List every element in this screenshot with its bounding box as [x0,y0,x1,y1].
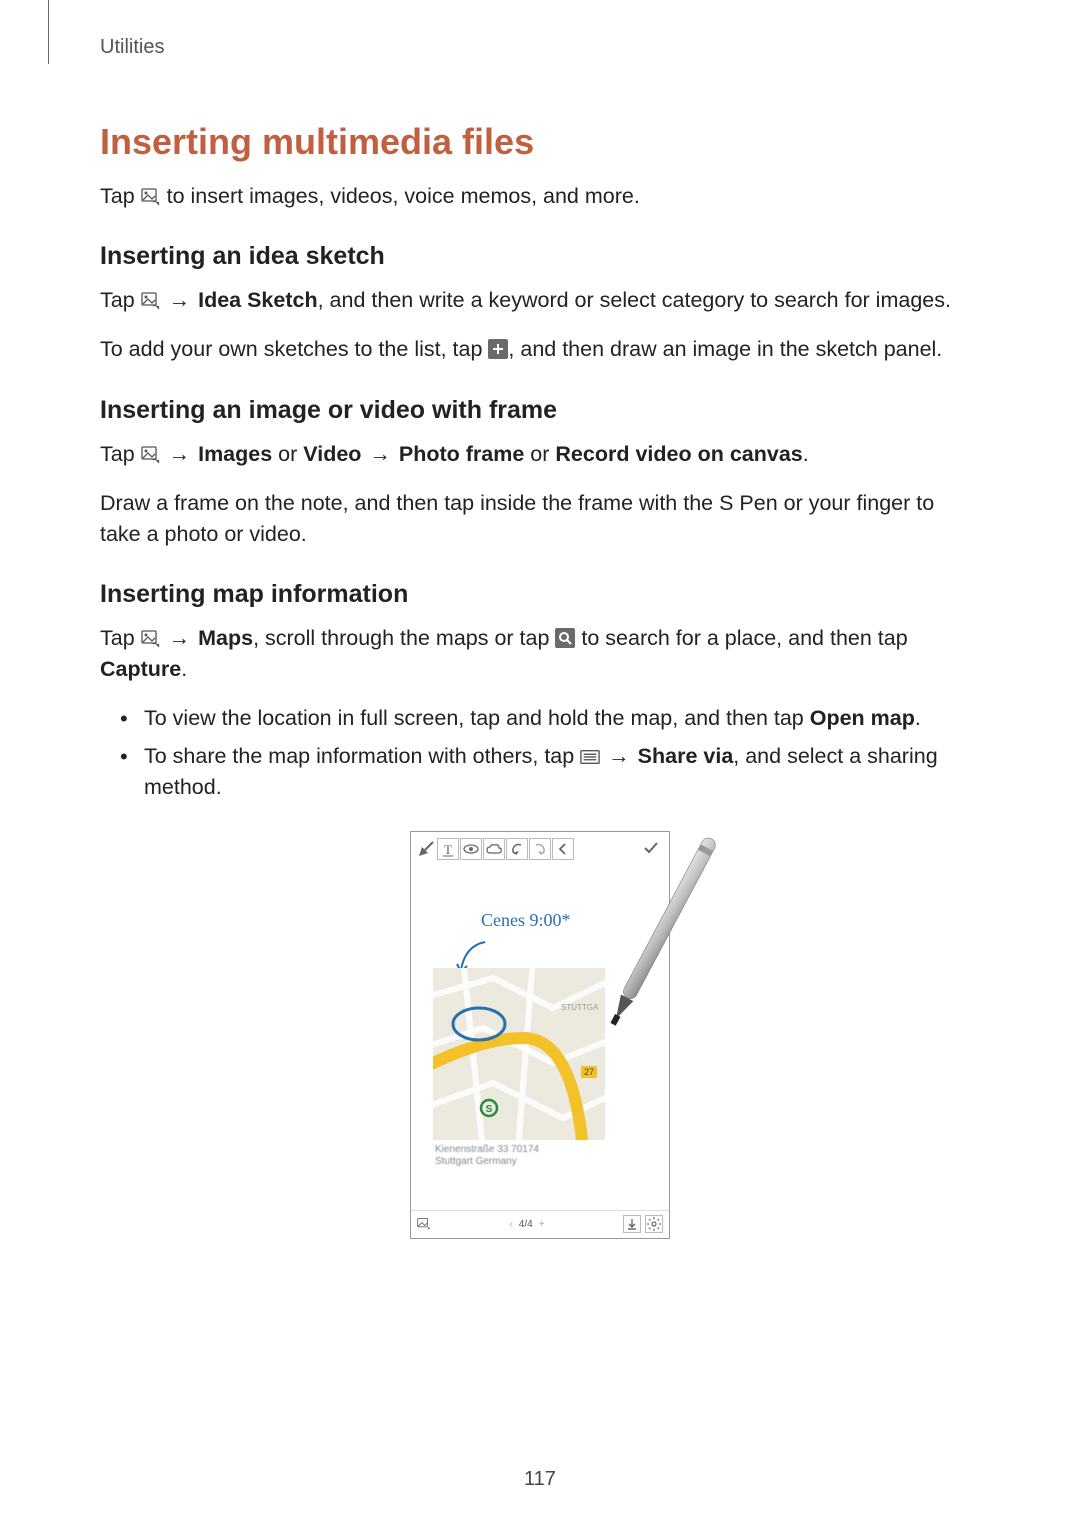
text: Tap [100,442,141,466]
arrow-text: → [161,626,198,650]
bold-open-map: Open map [810,706,915,730]
collapse-icon [552,838,574,860]
idea-sketch-p2: To add your own sketches to the list, ta… [100,334,980,365]
bold-idea-sketch: Idea Sketch [198,288,318,312]
map-p1: Tap → Maps, scroll through the maps or t… [100,623,980,685]
text-tool-icon: T [437,838,459,860]
idea-sketch-p1: Tap → Idea Sketch, and then write a keyw… [100,285,980,316]
frame-p1: Tap → Images or Video → Photo frame or R… [100,439,980,470]
pager-plus: + [539,1219,545,1230]
arrow-text: → [161,442,198,466]
undo-icon [506,838,528,860]
vertical-rule [48,0,49,64]
list-item: To view the location in full screen, tap… [126,703,980,734]
cloud-tool-icon [483,838,505,860]
text: to insert images, videos, voice memos, a… [161,184,640,208]
svg-text:T: T [444,842,452,857]
running-header: Utilities [100,36,980,59]
bold-images: Images [198,442,272,466]
pager: ‹ 4/4 + [509,1219,544,1230]
insert-multimedia-icon [141,292,161,310]
pager-prev: ‹ [509,1219,512,1230]
list-item: To share the map information with others… [126,741,980,803]
menu-icon [580,748,600,766]
arrow-text: → [600,744,637,768]
insert-multimedia-icon [141,188,161,206]
text: to search for a place, and then tap [575,626,907,650]
text: To share the map information with others… [144,744,580,768]
map-address-line1: Kienenstraße 33 70174 [435,1144,539,1155]
frame-p2: Draw a frame on the note, and then tap i… [100,488,980,550]
map-thumbnail: S STUTTGA 27 [433,968,605,1140]
arrow-text: → [361,442,398,466]
eye-tool-icon [460,838,482,860]
manual-page: Utilities Inserting multimedia files Tap… [0,0,1080,1527]
subsection-idea-sketch: Inserting an idea sketch [100,242,980,271]
page-title: Inserting multimedia files [100,121,980,163]
figure-wrapper: T Cenes 9:00* [100,831,980,1239]
text: . [915,706,921,730]
text: To add your own sketches to the list, ta… [100,337,488,361]
pen-tool-icon [416,839,436,859]
settings-icon [645,1215,663,1233]
subsection-image-video-frame: Inserting an image or video with frame [100,396,980,425]
arrow-text: → [161,288,198,312]
insert-multimedia-icon [141,446,161,464]
note-toolbar: T [416,838,574,860]
text: To view the location in full screen, tap… [144,706,810,730]
note-bottom-bar: ‹ 4/4 + [411,1210,669,1238]
map-bullets: To view the location in full screen, tap… [100,703,980,803]
svg-text:S: S [486,1104,493,1115]
device-screenshot: T Cenes 9:00* [410,831,670,1239]
bold-photo-frame: Photo frame [399,442,524,466]
bold-record-video: Record video on canvas [555,442,802,466]
download-icon [623,1215,641,1233]
search-icon [555,628,575,648]
text: Tap [100,184,141,208]
handwritten-note: Cenes 9:00* [481,910,571,931]
svg-text:27: 27 [584,1067,594,1077]
pager-text: 4/4 [519,1219,533,1230]
text: Tap [100,626,141,650]
bold-capture: Capture [100,657,181,681]
bold-share-via: Share via [638,744,734,768]
insert-multimedia-icon [141,630,161,648]
text: or [272,442,303,466]
insert-icon-small [417,1217,431,1231]
intro-paragraph: Tap to insert images, videos, voice memo… [100,181,980,212]
text: Tap [100,288,141,312]
svg-text:STUTTGA: STUTTGA [561,1003,599,1012]
confirm-check-icon [641,838,661,858]
map-address-line2: Stuttgart Germany [435,1156,517,1167]
text: . [803,442,809,466]
text: . [181,657,187,681]
bold-video: Video [303,442,361,466]
bold-maps: Maps [198,626,253,650]
plus-icon [488,339,508,359]
subsection-map-info: Inserting map information [100,580,980,609]
text: , and then draw an image in the sketch p… [508,337,942,361]
text: , scroll through the maps or tap [253,626,555,650]
text: or [524,442,555,466]
text: , and then write a keyword or select cat… [318,288,951,312]
page-number: 117 [0,1468,1080,1491]
redo-icon [529,838,551,860]
